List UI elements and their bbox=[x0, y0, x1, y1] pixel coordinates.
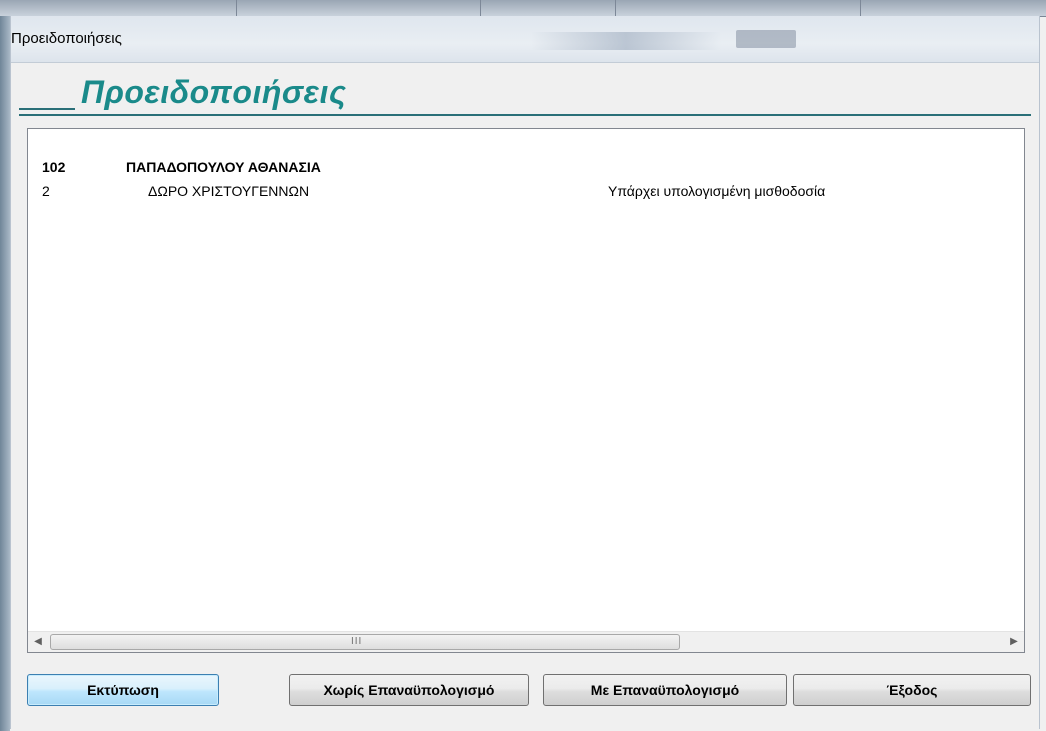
list-item[interactable]: 102 ΠΑΠΑΔΟΠΟΥΛΟΥ ΑΘΑΝΑΣΙΑ bbox=[28, 159, 1024, 179]
title-bar[interactable]: Προειδοποιήσεις bbox=[11, 16, 1039, 63]
page-heading: Προειδοποιήσεις bbox=[11, 68, 1039, 124]
background-window-edge bbox=[0, 16, 10, 731]
title-bar-blur bbox=[531, 32, 721, 50]
window-title: Προειδοποιήσεις bbox=[11, 30, 122, 47]
scrollbar-grip: III bbox=[351, 636, 363, 647]
background-window-segment bbox=[860, 0, 981, 16]
warnings-window: Προειδοποιήσεις Προειδοποιήσεις 102 ΠΑΠΑ… bbox=[10, 16, 1040, 729]
background-window-segment bbox=[615, 0, 716, 16]
employee-code: 102 bbox=[42, 159, 66, 175]
scroll-left-icon[interactable]: ◀ bbox=[28, 632, 48, 652]
list-item[interactable]: 2 ΔΩΡΟ ΧΡΙΣΤΟΥΓΕΝΝΩΝ Υπάρχει υπολογισμέν… bbox=[28, 183, 1024, 203]
title-bar-blur bbox=[736, 30, 796, 48]
warnings-list-content: 102 ΠΑΠΑΔΟΠΟΥΛΟΥ ΑΘΑΝΑΣΙΑ 2 ΔΩΡΟ ΧΡΙΣΤΟΥ… bbox=[28, 129, 1024, 619]
scroll-right-icon[interactable]: ▶ bbox=[1004, 632, 1024, 652]
with-recalculation-button[interactable]: Με Επαναϋπολογισμό bbox=[543, 674, 787, 706]
print-button[interactable]: Εκτύπωση bbox=[27, 674, 219, 706]
scrollbar-thumb[interactable]: III bbox=[50, 634, 680, 650]
warning-message: Υπάρχει υπολογισμένη μισθοδοσία bbox=[608, 183, 826, 199]
background-window-segment bbox=[480, 0, 616, 16]
page-title: Προειδοποιήσεις bbox=[81, 74, 347, 110]
background-window-segment bbox=[236, 0, 317, 16]
without-recalculation-button[interactable]: Χωρίς Επαναϋπολογισμό bbox=[289, 674, 529, 706]
warnings-list[interactable]: 102 ΠΑΠΑΔΟΠΟΥΛΟΥ ΑΘΑΝΑΣΙΑ 2 ΔΩΡΟ ΧΡΙΣΤΟΥ… bbox=[27, 128, 1025, 653]
horizontal-scrollbar[interactable]: ◀ III ▶ bbox=[28, 631, 1024, 652]
heading-underline bbox=[19, 114, 1031, 116]
employee-name: ΠΑΠΑΔΟΠΟΥΛΟΥ ΑΘΑΝΑΣΙΑ bbox=[126, 159, 321, 175]
heading-underline bbox=[19, 108, 75, 110]
background-window-strip bbox=[0, 0, 1046, 17]
payroll-code: 2 bbox=[42, 183, 50, 199]
exit-button[interactable]: Έξοδος bbox=[793, 674, 1031, 706]
payroll-name: ΔΩΡΟ ΧΡΙΣΤΟΥΓΕΝΝΩΝ bbox=[148, 183, 310, 199]
